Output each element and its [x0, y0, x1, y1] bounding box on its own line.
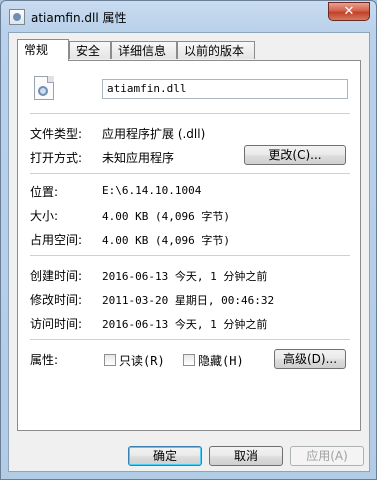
tab-details[interactable]: 详细信息 — [111, 41, 177, 59]
opens-with-label: 打开方式: — [30, 151, 83, 165]
properties-window: atiamfin.dll 属性 ✕ 常规 安全 详细信息 以前的版本 atiam… — [0, 0, 377, 480]
file-type-label: 文件类型: — [30, 127, 83, 141]
accessed-value: 2016-06-13 今天, 1 分钟之前 — [102, 318, 268, 331]
divider — [30, 173, 350, 174]
ok-button[interactable]: 确定 — [128, 446, 202, 466]
location-value: E:\6.14.10.1004 — [102, 184, 202, 197]
size-on-disk-label: 占用空间: — [30, 233, 83, 247]
size-label: 大小: — [30, 209, 59, 223]
file-type-value: 应用程序扩展 (.dll) — [102, 127, 206, 141]
dll-file-icon — [34, 76, 54, 100]
tab-security[interactable]: 安全 — [69, 41, 111, 59]
size-on-disk-value: 4.00 KB (4,096 字节) — [102, 234, 230, 247]
created-value: 2016-06-13 今天, 1 分钟之前 — [102, 270, 268, 283]
readonly-label[interactable]: 只读(R) — [119, 352, 165, 369]
location-label: 位置: — [30, 185, 59, 199]
advanced-button[interactable]: 高级(D)... — [274, 349, 346, 369]
attributes-label: 属性: — [30, 353, 59, 367]
cancel-button[interactable]: 取消 — [209, 446, 283, 466]
general-tab-panel: atiamfin.dll 文件类型: 应用程序扩展 (.dll) 打开方式: 未… — [17, 60, 361, 431]
opens-with-value: 未知应用程序 — [102, 151, 175, 165]
accessed-label: 访问时间: — [30, 317, 83, 331]
readonly-checkbox[interactable] — [104, 354, 116, 366]
file-name-field[interactable]: atiamfin.dll — [102, 79, 348, 99]
modified-value: 2011-03-20 星期日, 00:46:32 — [102, 294, 275, 307]
dialog-client-area: 常规 安全 详细信息 以前的版本 atiamfin.dll 文件类型: 应用程序… — [8, 32, 370, 472]
size-value: 4.00 KB (4,096 字节) — [102, 210, 230, 223]
tab-previous-versions[interactable]: 以前的版本 — [177, 41, 255, 59]
apply-button[interactable]: 应用(A) — [290, 446, 364, 466]
divider — [30, 255, 350, 256]
divider — [30, 339, 350, 340]
hidden-label[interactable]: 隐藏(H) — [198, 352, 244, 369]
dll-file-icon — [9, 9, 25, 25]
divider — [30, 113, 350, 114]
created-label: 创建时间: — [30, 269, 83, 283]
window-title: atiamfin.dll 属性 — [31, 11, 127, 25]
change-button[interactable]: 更改(C)... — [244, 145, 346, 165]
modified-label: 修改时间: — [30, 293, 83, 307]
hidden-checkbox[interactable] — [183, 354, 195, 366]
tab-general[interactable]: 常规 — [17, 39, 69, 61]
title-bar[interactable]: atiamfin.dll 属性 ✕ — [1, 1, 376, 33]
close-button[interactable]: ✕ — [328, 2, 370, 21]
